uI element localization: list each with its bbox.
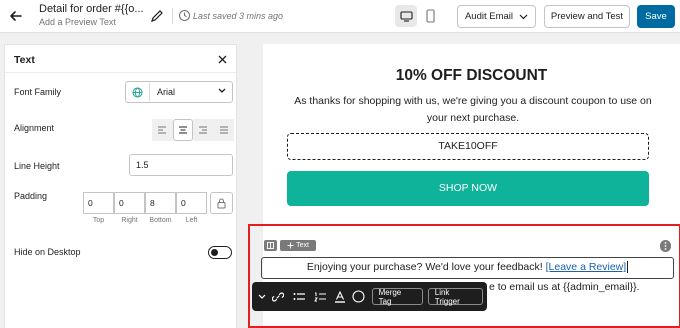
circle-icon [352, 290, 365, 303]
padding-label: Padding [14, 191, 48, 201]
align-right-icon [199, 126, 208, 134]
save-button[interactable]: Save [637, 5, 675, 28]
alignment-label: Alignment [14, 123, 55, 133]
align-center-icon [178, 126, 187, 134]
padding-bottom-label: Bottom [149, 217, 172, 224]
globe-icon [126, 82, 150, 102]
hide-desktop-label: Hide on Desktop [14, 247, 81, 257]
header-divider [172, 8, 173, 24]
padding-top-input[interactable]: 0 [83, 192, 114, 214]
link-button[interactable] [268, 287, 289, 307]
discount-heading[interactable]: 10% OFF DISCOUNT [263, 67, 680, 85]
text-format-toolbar: Merge Tag Link Trigger [252, 282, 487, 311]
review-text-editor[interactable]: Enjoying your purchase? We'd love your f… [261, 257, 674, 279]
link-icon [272, 292, 285, 301]
line-height-input[interactable]: 1.5 [129, 154, 233, 176]
audit-email-button[interactable]: Audit Email [457, 5, 536, 28]
email-title: Detail for order #{{o... [39, 3, 144, 15]
block-type-tag[interactable]: Text [280, 240, 316, 251]
panel-header: Text [5, 45, 236, 73]
padding-left-label: Left [185, 217, 198, 224]
font-family-select[interactable]: Arial [125, 81, 233, 103]
back-button[interactable] [4, 4, 28, 28]
text-settings-panel: Text Font Family Arial Alignment Line He… [4, 44, 237, 328]
text-color-button[interactable] [330, 287, 351, 307]
background-color-button[interactable] [351, 287, 367, 307]
text-color-icon [335, 290, 346, 303]
desktop-icon [399, 10, 413, 22]
align-right-button[interactable] [193, 119, 214, 141]
hide-on-desktop-toggle[interactable] [208, 246, 232, 259]
numbered-list-button[interactable] [309, 287, 330, 307]
coupon-code-box[interactable]: TAKE10OFF [287, 133, 649, 160]
preview-and-test-button[interactable]: Preview and Test [544, 5, 630, 28]
preview-text-field[interactable]: Add a Preview Text [39, 17, 116, 27]
font-family-label: Font Family [14, 87, 62, 97]
line-height-label: Line Height [14, 161, 60, 171]
chevron-down-icon [519, 14, 528, 19]
align-left-icon [158, 126, 167, 134]
leave-review-link[interactable]: [Leave a Review] [546, 261, 627, 273]
padding-left-input[interactable]: 0 [176, 192, 207, 214]
chevron-down-icon [258, 294, 266, 299]
contact-email-text[interactable]: e to email us at {{admin_email}}. [489, 281, 640, 293]
move-icon [287, 242, 294, 249]
clock-history-icon [178, 9, 191, 22]
chevron-down-icon [218, 88, 226, 93]
text-cursor [627, 261, 629, 274]
bulleted-list-button[interactable] [289, 287, 310, 307]
align-justify-icon [219, 126, 228, 134]
close-icon [218, 55, 226, 63]
alignment-control [152, 119, 234, 141]
font-family-value: Arial [157, 87, 176, 97]
mobile-icon [425, 9, 435, 23]
block-tag-label: Text [296, 242, 309, 249]
padding-right-label: Right [121, 217, 138, 224]
desktop-view-button[interactable] [395, 5, 417, 27]
toggle-knob [211, 248, 218, 256]
top-bar: Detail for order #{{o... Add a Preview T… [0, 0, 680, 33]
merge-tag-button[interactable]: Merge Tag [371, 288, 423, 306]
audit-email-label: Audit Email [464, 11, 514, 22]
shop-now-button[interactable]: SHOP NOW [287, 171, 649, 206]
bulleted-list-icon [293, 292, 305, 300]
padding-right-input[interactable]: 0 [114, 192, 145, 214]
mobile-view-button[interactable] [421, 5, 439, 27]
pencil-icon[interactable] [150, 9, 164, 23]
block-more-button[interactable] [660, 240, 671, 252]
discount-body-text[interactable]: As thanks for shopping with us, we're gi… [283, 93, 663, 127]
lock-icon [217, 198, 226, 208]
review-text: Enjoying your purchase? We'd love your f… [306, 261, 546, 273]
align-center-button[interactable] [172, 119, 193, 141]
link-trigger-button[interactable]: Link Trigger [427, 288, 484, 306]
align-left-button[interactable] [152, 119, 173, 141]
padding-top-label: Top [92, 217, 105, 224]
block-drag-handle[interactable] [264, 240, 277, 251]
drag-handle-icon [267, 242, 274, 249]
panel-title: Text [14, 54, 35, 66]
align-justify-button[interactable] [213, 119, 234, 141]
toolbar-collapse-button[interactable] [256, 287, 268, 307]
last-saved-status: Last saved 3 mins ago [193, 11, 284, 21]
close-panel-button[interactable] [214, 51, 230, 67]
padding-link-button[interactable] [210, 192, 233, 214]
numbered-list-icon [313, 292, 326, 301]
arrow-left-icon [10, 11, 22, 21]
padding-bottom-input[interactable]: 8 [145, 192, 176, 214]
more-vertical-icon [664, 242, 667, 250]
